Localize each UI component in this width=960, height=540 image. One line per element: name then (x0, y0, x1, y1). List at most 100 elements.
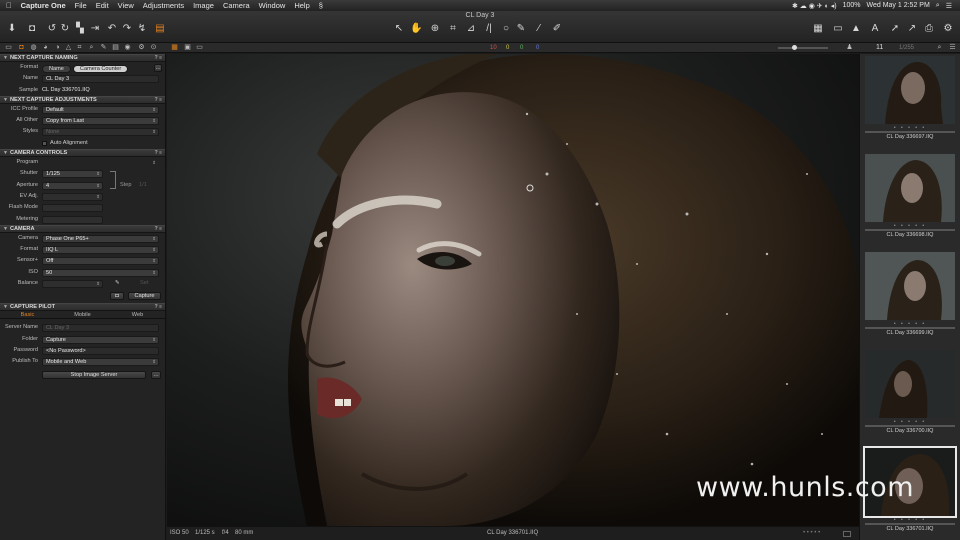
white-balance-picker-icon[interactable]: ✎ (515, 23, 527, 35)
quick-tab-icon[interactable]: ⊙ (149, 43, 158, 53)
composition-tab-icon[interactable]: ⌗ (75, 43, 84, 53)
batch-tab-icon[interactable]: ⚙ (137, 43, 146, 53)
details-tab-icon[interactable]: △ (64, 43, 73, 53)
password-field[interactable]: <No Password> (42, 346, 159, 355)
undo-icon[interactable]: ↶ (106, 23, 118, 35)
styles-select[interactable]: None ⇕ (42, 128, 159, 137)
section-next-capture-naming[interactable]: ▼ NEXT CAPTURE NAMING? ≡ (0, 54, 165, 62)
ev-select[interactable]: ⇕ (42, 192, 103, 201)
capture-icon[interactable]: ◘ (26, 23, 38, 35)
section-camera[interactable]: ▼ CAMERA? ≡ (0, 224, 165, 233)
step-value[interactable]: 1/1 (139, 180, 147, 191)
adjustments-tab-icon[interactable]: ✎ (99, 43, 108, 53)
spot-removal-icon[interactable]: ○ (500, 23, 512, 35)
local-adjust-tab-icon[interactable]: ⌕ (87, 43, 96, 53)
user-icon[interactable]: ♟ (845, 43, 854, 53)
flash-select[interactable] (42, 204, 103, 213)
search-icon[interactable]: ⌕ (936, 2, 940, 10)
publish-select[interactable]: Mobile and Web ⇕ (42, 358, 159, 367)
thumbnail[interactable]: • • • • • CL Day 336698.IIQ (862, 152, 958, 250)
exposure-warning-icon[interactable]: ▲ (850, 23, 862, 35)
zoom-slider[interactable] (778, 43, 828, 53)
iso-select[interactable]: 50 ⇕ (42, 268, 159, 277)
expand-icon[interactable]: ↗ (906, 23, 918, 35)
battery-level[interactable]: 100% (843, 2, 861, 9)
lens-tab-icon[interactable]: ◍ (29, 43, 38, 53)
apple-icon[interactable]:  (6, 1, 12, 10)
layout-toggle-icon[interactable]: ▣ (183, 43, 192, 53)
thumbnail[interactable]: • • • • • CL Day 336697.IIQ (862, 54, 958, 152)
menu-app-name[interactable]: Capture One (21, 1, 66, 10)
fullscreen-toggle-icon[interactable]: ▭ (195, 43, 204, 53)
output-tab-icon[interactable]: ◉ (123, 43, 132, 53)
thumbnail[interactable]: • • • • • CL Day 336699.IIQ (862, 250, 958, 348)
program-select[interactable]: ⇕ (42, 159, 159, 167)
keystone-tool-icon[interactable]: /| (483, 23, 495, 35)
menu-view[interactable]: View (118, 1, 134, 10)
eyedropper-icon[interactable]: ✎ (115, 278, 120, 289)
exposure-tab-icon[interactable]: ◑ (53, 43, 62, 53)
image-viewer[interactable] (167, 54, 859, 526)
script-icon[interactable]: § (319, 1, 323, 10)
status-icons[interactable]: ✱ ☁ ◉ ✈ ◐ ◂) (792, 2, 837, 10)
menu-file[interactable]: File (75, 1, 87, 10)
section-capture-pilot[interactable]: ▼ CAPTURE PILOT? ≡ (0, 303, 165, 312)
brush-tool-icon[interactable]: ✐ (551, 23, 563, 35)
format-name-option[interactable]: Name (42, 65, 71, 73)
menu-help[interactable]: Help (294, 1, 309, 10)
format-counter-option[interactable]: Camera Counter (72, 65, 129, 73)
browser-menu-icon[interactable]: ☰ (948, 43, 957, 53)
rotate-left-icon[interactable]: ↺ (46, 23, 58, 35)
set-button[interactable]: Set (140, 278, 148, 289)
icc-select[interactable]: Default ⇕ (42, 105, 159, 114)
server-name-field[interactable]: CL Day 3 (42, 324, 159, 333)
camera-select[interactable]: Phase One P65+ ⇕ (42, 234, 159, 243)
menu-window[interactable]: Window (259, 1, 286, 10)
capture-tab-icon[interactable]: ◘ (17, 43, 26, 53)
crop-tool-icon[interactable]: ⌗ (447, 23, 459, 35)
menu-edit[interactable]: Edit (96, 1, 109, 10)
aperture-select[interactable]: 4 ⇕ (42, 181, 103, 190)
all-other-select[interactable]: Copy from Last ⇕ (42, 117, 159, 126)
thumbnail[interactable]: • • • • • CL Day 336700.IIQ (862, 348, 958, 446)
reset-icon[interactable]: ↯ (136, 23, 148, 35)
library-tab-icon[interactable]: ▭ (4, 43, 13, 53)
print-icon[interactable]: ⎙ (923, 23, 935, 35)
camera-format-select[interactable]: IIQ L ⇕ (42, 246, 159, 255)
redo-icon[interactable]: ↷ (121, 23, 133, 35)
format-edit-button[interactable]: … (154, 64, 162, 72)
clock[interactable]: Wed May 1 2:52 PM (867, 2, 930, 9)
section-next-capture-adjustments[interactable]: ▼ NEXT CAPTURE ADJUSTMENTS? ≡ (0, 95, 165, 104)
grid-view-icon[interactable]: ▦ (812, 23, 824, 35)
viewer-icon[interactable]: ▭ (832, 23, 844, 35)
list-icon[interactable]: ☰ (946, 2, 952, 10)
tab-basic[interactable]: Basic (0, 311, 55, 318)
edit-with-icon[interactable]: ➚ (889, 23, 901, 35)
paste-adjustments-icon[interactable]: ⇥ (89, 23, 101, 35)
cursor-tool-icon[interactable]: ↖ (393, 23, 405, 35)
copy-adjustments-icon[interactable]: ▚ (74, 23, 86, 35)
folder-select[interactable]: Capture ⇕ (42, 335, 159, 344)
tab-web[interactable]: Web (110, 311, 165, 318)
stop-image-server-button[interactable]: Stop Image Server (42, 370, 146, 379)
settings-gear-icon[interactable]: ⚙ (942, 23, 954, 35)
color-tab-icon[interactable]: ◕ (41, 43, 50, 53)
rotate-right-icon[interactable]: ↻ (59, 23, 71, 35)
menu-camera[interactable]: Camera (223, 1, 250, 10)
menu-adjustments[interactable]: Adjustments (143, 1, 184, 10)
grid-toggle-icon[interactable]: ▦ (170, 43, 179, 53)
stacks-icon[interactable]: ▤ (154, 23, 166, 35)
straighten-tool-icon[interactable]: ⊿ (465, 23, 477, 35)
color-tag-icon[interactable] (843, 531, 851, 537)
menu-image[interactable]: Image (193, 1, 214, 10)
auto-alignment-checkbox[interactable] (42, 140, 47, 146)
browser-search-icon[interactable]: ⌕ (935, 43, 944, 53)
tab-mobile[interactable]: Mobile (55, 311, 110, 318)
pan-tool-icon[interactable]: ✋ (410, 23, 422, 35)
name-field[interactable]: CL Day 3 (42, 75, 159, 84)
color-picker-icon[interactable]: ⁄ (533, 23, 545, 35)
zoom-tool-icon[interactable]: ⊕ (429, 23, 441, 35)
import-icon[interactable]: ⬇ (6, 23, 18, 35)
text-icon[interactable]: A (869, 23, 881, 35)
camera-mode-icon[interactable]: ◘ (110, 292, 124, 301)
